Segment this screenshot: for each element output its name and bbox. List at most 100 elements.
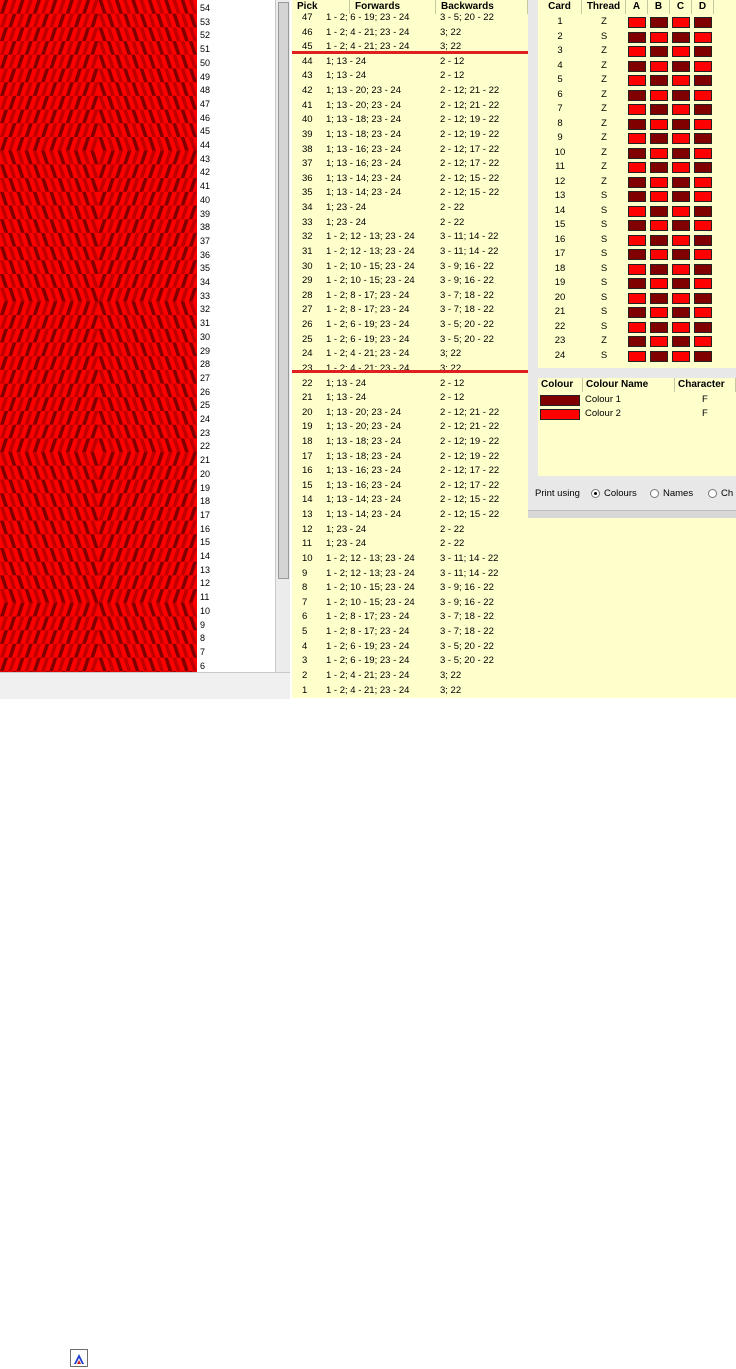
pick-row[interactable]: 5 1 - 2; 8 - 17; 23 - 24 3 - 7; 18 - 22 (292, 625, 528, 640)
pick-row[interactable]: 40 1; 13 - 18; 23 - 24 2 - 12; 19 - 22 (292, 113, 528, 128)
threading-cell-hole-c[interactable] (672, 17, 690, 28)
card-row[interactable]: 15 S (538, 218, 736, 233)
pick-row[interactable]: 14 1; 13 - 14; 23 - 24 2 - 12; 15 - 22 (292, 493, 528, 508)
card-row[interactable]: 22 S (538, 320, 736, 335)
threading-cell-hole-d[interactable] (694, 60, 712, 72)
threading-cell-hole-a[interactable] (628, 263, 646, 275)
cards-header-thread[interactable]: Thread (582, 0, 626, 14)
threading-cell-hole-d[interactable] (694, 75, 712, 86)
threading-cell-hole-b[interactable] (650, 60, 668, 72)
threading-cell-hole-b[interactable] (650, 321, 668, 333)
card-row[interactable]: 19 S (538, 276, 736, 291)
print-characters-label[interactable]: Ch (721, 488, 733, 499)
threading-cell-hole-a[interactable] (628, 205, 646, 217)
pick-row[interactable]: 7 1 - 2; 10 - 15; 23 - 24 3 - 9; 16 - 22 (292, 596, 528, 611)
pick-row[interactable]: 13 1; 13 - 14; 23 - 24 2 - 12; 15 - 22 (292, 508, 528, 523)
pick-row[interactable]: 31 1 - 2; 12 - 13; 23 - 24 3 - 11; 14 - 22 (292, 245, 528, 260)
threading-cell-hole-b[interactable] (650, 133, 668, 144)
print-characters-radio[interactable] (708, 489, 717, 498)
threading-cell-hole-b[interactable] (650, 118, 668, 130)
threading-cell-hole-a[interactable] (628, 220, 646, 231)
print-names-label[interactable]: Names (663, 488, 693, 499)
threading-cell-hole-b[interactable] (650, 176, 668, 188)
threading-cell-hole-b[interactable] (650, 162, 668, 173)
threading-cell-hole-b[interactable] (650, 292, 668, 304)
pick-row[interactable]: 36 1; 13 - 14; 23 - 24 2 - 12; 15 - 22 (292, 172, 528, 187)
pick-row[interactable]: 26 1 - 2; 6 - 19; 23 - 24 3 - 5; 20 - 22 (292, 318, 528, 333)
threading-cell-hole-c[interactable] (672, 31, 690, 43)
threading-cell-hole-d[interactable] (694, 249, 712, 260)
pick-row[interactable]: 39 1; 13 - 18; 23 - 24 2 - 12; 19 - 22 (292, 128, 528, 143)
threading-cell-hole-a[interactable] (628, 104, 646, 115)
card-row[interactable]: 5Z (538, 73, 736, 88)
threading-cell-hole-d[interactable] (694, 350, 712, 362)
threading-cell-hole-d[interactable] (694, 104, 712, 115)
pick-row[interactable]: 8 1 - 2; 10 - 15; 23 - 24 3 - 9; 16 - 22 (292, 581, 528, 596)
threading-cell-hole-a[interactable] (628, 336, 646, 347)
threading-cell-hole-c[interactable] (672, 278, 690, 289)
threading-cell-hole-a[interactable] (628, 321, 646, 333)
threading-cell-hole-a[interactable] (628, 118, 646, 130)
threading-cell-hole-a[interactable] (628, 133, 646, 144)
threading-cell-hole-d[interactable] (694, 191, 712, 202)
pick-row[interactable]: 37 1; 13 - 16; 23 - 24 2 - 12; 17 - 22 (292, 157, 528, 172)
pick-row[interactable]: 43 1; 13 - 24 2 - 12 (292, 69, 528, 84)
threading-cell-hole-a[interactable] (628, 307, 646, 318)
threading-cell-hole-a[interactable] (628, 75, 646, 86)
card-row[interactable]: 23 Z (538, 334, 736, 349)
colour-header-colour[interactable]: Colour (538, 378, 583, 392)
pick-row[interactable]: 46 1 - 2; 4 - 21; 23 - 24 3; 22 (292, 26, 528, 41)
threading-cell-hole-c[interactable] (672, 321, 690, 333)
pick-row[interactable]: 27 1 - 2; 8 - 17; 23 - 24 3 - 7; 18 - 22 (292, 303, 528, 318)
print-names-radio[interactable] (650, 489, 659, 498)
cards-header-d[interactable]: D (692, 0, 714, 14)
colour-swatch[interactable] (540, 395, 580, 406)
colour-header-character[interactable]: Character (675, 378, 736, 392)
threading-cell-hole-a[interactable] (628, 17, 646, 28)
threading-cell-hole-d[interactable] (694, 205, 712, 217)
card-row[interactable]: 8Z (538, 117, 736, 132)
pick-row[interactable]: 12 1; 23 - 24 2 - 22 (292, 523, 528, 538)
threading-cell-hole-d[interactable] (694, 321, 712, 333)
card-row[interactable]: 13 S (538, 189, 736, 204)
threading-cell-hole-c[interactable] (672, 133, 690, 144)
threading-cell-hole-b[interactable] (650, 336, 668, 347)
threading-cell-hole-a[interactable] (628, 234, 646, 246)
card-row[interactable]: 2S (538, 30, 736, 45)
cards-header-b[interactable]: B (648, 0, 670, 14)
print-colours-label[interactable]: Colours (604, 488, 637, 499)
pick-row[interactable]: 2 1 - 2; 4 - 21; 23 - 24 3; 22 (292, 669, 528, 684)
card-row[interactable]: 14 S (538, 204, 736, 219)
threading-cell-hole-c[interactable] (672, 46, 690, 57)
pick-row[interactable]: 24 1 - 2; 4 - 21; 23 - 24 3; 22 (292, 347, 528, 362)
threading-cell-hole-d[interactable] (694, 176, 712, 188)
pick-row[interactable]: 3 1 - 2; 6 - 19; 23 - 24 3 - 5; 20 - 22 (292, 654, 528, 669)
threading-cell-hole-a[interactable] (628, 249, 646, 260)
threading-cell-hole-c[interactable] (672, 60, 690, 72)
pick-row[interactable]: 15 1; 13 - 16; 23 - 24 2 - 12; 17 - 22 (292, 479, 528, 494)
threading-cell-hole-b[interactable] (650, 234, 668, 246)
threading-cell-hole-a[interactable] (628, 292, 646, 304)
threading-cell-hole-b[interactable] (650, 220, 668, 231)
threading-cell-hole-b[interactable] (650, 17, 668, 28)
threading-cell-hole-a[interactable] (628, 162, 646, 173)
card-row[interactable]: 21 S (538, 305, 736, 320)
card-row[interactable]: 16 S (538, 233, 736, 248)
card-row[interactable]: 12 Z (538, 175, 736, 190)
threading-cell-hole-a[interactable] (628, 31, 646, 43)
pick-row[interactable]: 22 1; 13 - 24 2 - 12 (292, 377, 528, 392)
threading-cell-hole-c[interactable] (672, 191, 690, 202)
threading-cell-hole-c[interactable] (672, 336, 690, 347)
card-row[interactable]: 20 S (538, 291, 736, 306)
pick-row[interactable]: 32 1 - 2; 12 - 13; 23 - 24 3 - 11; 14 - 22 (292, 230, 528, 245)
pick-row[interactable]: 28 1 - 2; 8 - 17; 23 - 24 3 - 7; 18 - 22 (292, 289, 528, 304)
card-row[interactable]: 3Z (538, 44, 736, 59)
pick-row[interactable]: 9 1 - 2; 12 - 13; 23 - 24 3 - 11; 14 - 22 (292, 567, 528, 582)
threading-cell-hole-a[interactable] (628, 89, 646, 101)
threading-cell-hole-a[interactable] (628, 147, 646, 159)
pick-row[interactable]: 16 1; 13 - 16; 23 - 24 2 - 12; 17 - 22 (292, 464, 528, 479)
card-row[interactable]: 1Z (538, 15, 736, 30)
pick-row[interactable]: 1 1 - 2; 4 - 21; 23 - 24 3; 22 (292, 684, 528, 698)
threading-cell-hole-d[interactable] (694, 17, 712, 28)
card-row[interactable]: 17 S (538, 247, 736, 262)
